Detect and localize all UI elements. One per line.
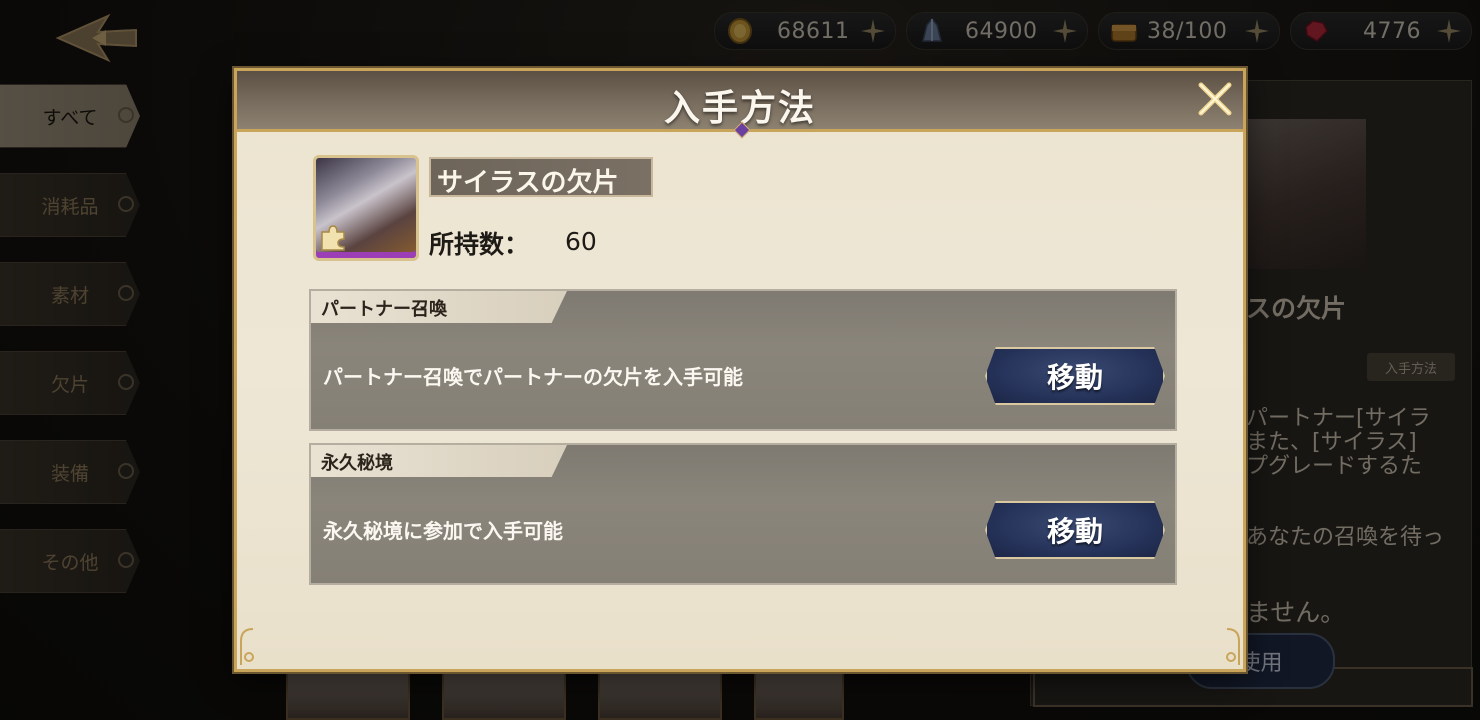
corner-ornament-icon [1226, 628, 1240, 665]
source-card-partner-summon: パートナー召喚 パートナー召喚でパートナーの欠片を入手可能 移動 [309, 289, 1177, 431]
source-title: パートナー召喚 [321, 299, 447, 320]
acquisition-modal: 入手方法 サイラスの欠片 所持数： 60 パートナー召喚 パートナー召喚でパート… [234, 68, 1246, 672]
corner-ornament-icon [240, 628, 254, 665]
source-card-eternal-realm: 永久秘境 永久秘境に参加で入手可能 移動 [309, 443, 1177, 585]
close-icon[interactable] [1193, 77, 1237, 121]
go-button-eternal-realm[interactable]: 移動 [985, 501, 1165, 559]
item-name-plate: サイラスの欠片 [429, 157, 653, 198]
owned-count-value: 60 [565, 227, 597, 256]
owned-count-label: 所持数： [429, 230, 530, 259]
source-tab: 永久秘境 [311, 445, 567, 477]
source-description: パートナー召喚でパートナーの欠片を入手可能 [323, 365, 743, 389]
modal-header: 入手方法 [237, 71, 1243, 139]
source-tab: パートナー召喚 [311, 291, 567, 323]
item-portrait [313, 155, 419, 261]
source-title: 永久秘境 [321, 453, 393, 474]
go-button-partner-summon[interactable]: 移動 [985, 347, 1165, 405]
puzzle-piece-icon [321, 225, 345, 251]
item-name: サイラスの欠片 [437, 168, 619, 198]
source-description: 永久秘境に参加で入手可能 [323, 519, 563, 543]
